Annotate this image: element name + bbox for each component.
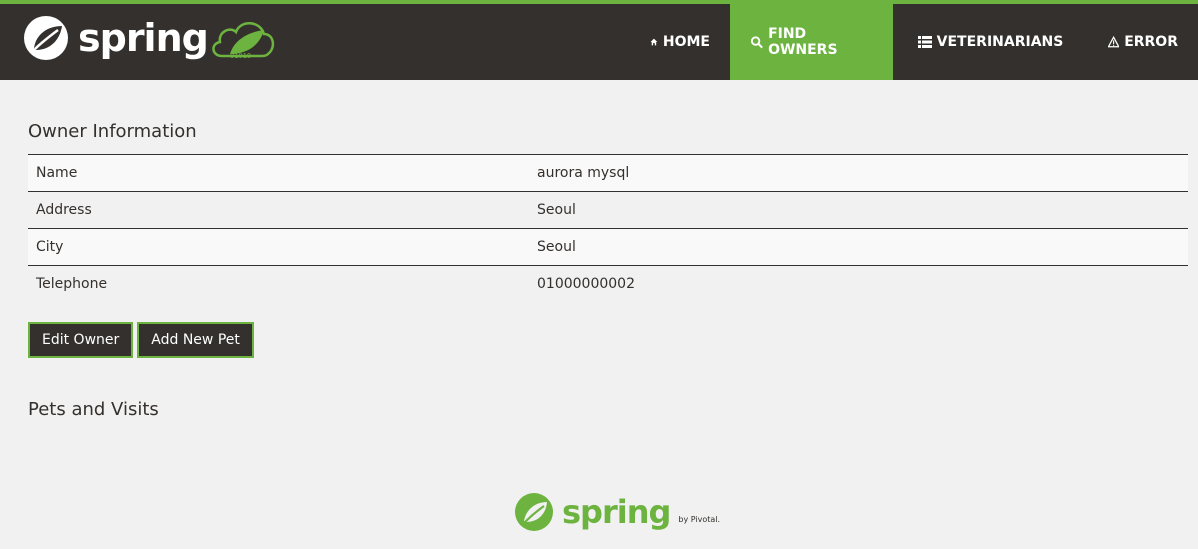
table-row: City Seoul [28,228,1188,266]
nav-veterinarians-label: Veterinarians [936,34,1064,50]
owner-actions: Edit Owner Add New Pet [28,322,254,358]
name-value: aurora mysql [529,154,1188,192]
table-row: Address Seoul [28,191,1188,229]
brand-name: spring [78,16,209,60]
petclinic-cloud-icon: 01010 [212,22,274,60]
pets-and-visits-heading: Pets and Visits [28,399,159,420]
city-value: Seoul [529,228,1188,266]
nav-home-label: Home [662,34,710,50]
nav-veterinarians[interactable]: Veterinarians [893,4,1088,80]
nav-find-owners-label: Find owners [768,26,838,58]
list-icon [917,36,932,48]
edit-owner-button[interactable]: Edit Owner [28,322,134,358]
telephone-label: Telephone [28,265,529,303]
main-nav: Home Find owners Veterinarians [630,4,1198,80]
add-new-pet-button[interactable]: Add New Pet [137,322,254,358]
nav-home[interactable]: Home [630,4,730,80]
telephone-value: 01000000002 [529,265,1188,303]
search-icon [750,36,763,49]
nav-error[interactable]: Error [1088,4,1198,80]
owner-information-heading: Owner Information [28,121,197,142]
spring-leaf-icon [515,493,553,531]
table-row: Telephone 01000000002 [28,265,1188,303]
nav-error-label: Error [1124,34,1178,50]
footer-logo: spring by Pivotal. [514,492,720,532]
top-navbar: spring 01010 Home Find owners [0,0,1198,80]
home-icon [650,38,658,46]
table-row: Name aurora mysql [28,154,1188,192]
city-label: City [28,228,529,266]
spring-leaf-icon [24,16,68,60]
footer-brand-name: spring [562,493,671,531]
nav-find-owners[interactable]: Find owners [730,4,893,80]
name-label: Name [28,154,529,192]
warning-icon [1108,35,1120,48]
cloud-binary-text: 01010 [230,52,251,60]
footer-by-pivotal: by Pivotal. [678,514,721,524]
address-value: Seoul [529,191,1188,229]
owner-info-table: Name aurora mysql Address Seoul City Seo… [28,154,1188,303]
spring-logo[interactable]: spring 01010 [22,14,278,62]
address-label: Address [28,191,529,229]
